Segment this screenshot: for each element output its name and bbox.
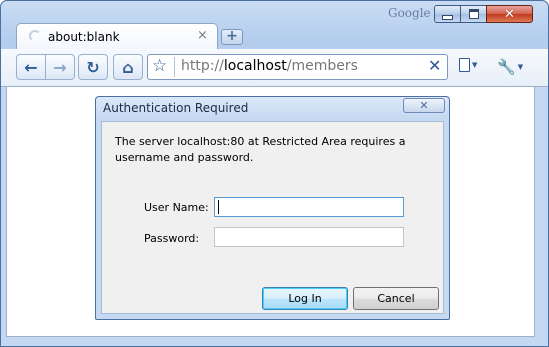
window-close-button[interactable]: ✕ — [486, 5, 533, 23]
minimize-icon — [442, 14, 453, 20]
maximize-icon — [468, 9, 479, 19]
login-button[interactable]: Log In — [262, 287, 348, 310]
back-arrow-icon: ← — [24, 57, 38, 77]
chevron-down-icon: ▼ — [472, 61, 478, 69]
password-field[interactable] — [214, 227, 404, 247]
dialog-title: Authentication Required — [103, 101, 249, 115]
username-label: User Name: — [144, 201, 209, 214]
stop-icon[interactable]: ✕ — [428, 56, 441, 75]
wrench-menu-button[interactable]: 🔧 ▼ — [497, 58, 523, 76]
url-path: /members — [286, 58, 358, 74]
forward-button[interactable]: → — [45, 54, 75, 80]
close-icon: ✕ — [504, 6, 515, 22]
loading-spinner-icon — [29, 30, 41, 42]
dialog-message: The server localhost:80 at Restricted Ar… — [115, 135, 406, 164]
authentication-dialog: Authentication Required ✕ The server loc… — [95, 96, 450, 320]
forward-arrow-icon: → — [53, 57, 67, 77]
dialog-close-button[interactable]: ✕ — [403, 98, 445, 113]
home-icon: ⌂ — [122, 57, 134, 77]
username-field[interactable] — [214, 197, 404, 217]
minimize-button[interactable] — [434, 5, 461, 23]
password-label: Password: — [144, 232, 200, 245]
url-text[interactable]: http://localhost/members — [181, 58, 358, 74]
back-button[interactable]: ← — [16, 54, 46, 80]
url-scheme: http:// — [181, 58, 224, 74]
omnibox-divider — [174, 57, 175, 77]
browser-brand: Google — [388, 6, 431, 20]
maximize-button[interactable] — [460, 5, 487, 23]
wrench-icon: 🔧 — [497, 58, 516, 76]
tab-close-icon[interactable]: × — [197, 28, 208, 43]
dialog-body: The server localhost:80 at Restricted Ar… — [101, 121, 444, 314]
reload-icon: ↻ — [86, 57, 100, 77]
chevron-down-icon: ▼ — [517, 63, 524, 71]
cancel-button[interactable]: Cancel — [353, 287, 439, 310]
page-menu-button[interactable]: ▼ — [459, 58, 477, 72]
tab-about-blank[interactable]: about:blank × — [16, 23, 218, 50]
bookmark-star-icon[interactable]: ☆ — [152, 56, 167, 76]
new-tab-button[interactable]: + — [221, 29, 243, 45]
reload-button[interactable]: ↻ — [78, 54, 108, 80]
text-caret — [218, 200, 219, 214]
browser-toolbar: ← → ↻ ⌂ ☆ http://localhost/members ✕ ▼ 🔧… — [1, 49, 548, 87]
url-host: localhost — [223, 58, 287, 74]
address-bar[interactable]: ☆ http://localhost/members ✕ — [147, 54, 448, 80]
page-icon — [459, 58, 470, 72]
tab-title: about:blank — [48, 30, 120, 44]
close-icon: ✕ — [419, 99, 429, 112]
home-button[interactable]: ⌂ — [113, 54, 143, 80]
